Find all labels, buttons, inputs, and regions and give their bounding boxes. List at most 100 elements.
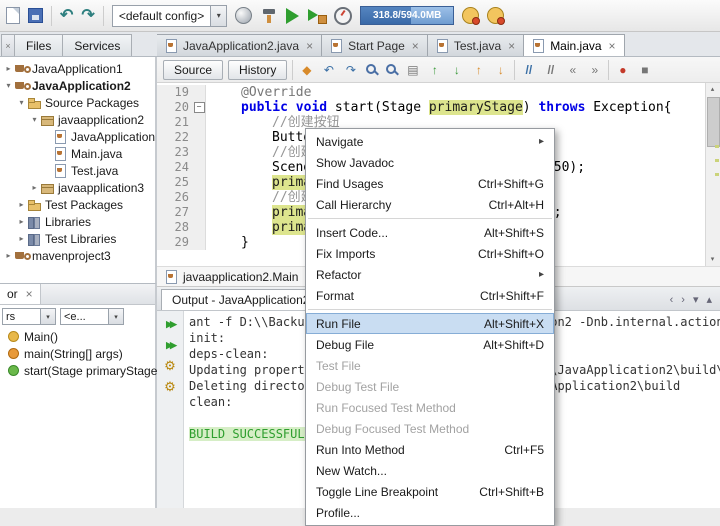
scroll-down-icon[interactable]: ▾ (706, 253, 719, 266)
fold-icon[interactable]: − (193, 100, 206, 115)
tab-files[interactable]: Files (14, 34, 64, 56)
expander-icon[interactable]: ▸ (16, 234, 27, 243)
chevron-down-icon[interactable]: ▾ (108, 309, 123, 324)
scroll-up-icon[interactable]: ▴ (706, 83, 719, 96)
scroll-left-icon[interactable]: ‹ (670, 294, 674, 306)
tree-item-source-packages[interactable]: ▾ Source Packages (0, 94, 155, 111)
editor-tab-test-java[interactable]: Test.java × (426, 34, 525, 56)
comment-icon[interactable]: // (520, 63, 537, 77)
scroll-right-icon[interactable]: › (681, 294, 685, 306)
navigator-item-start-stage-primarystage[interactable]: start(Stage primaryStage) (0, 362, 161, 379)
profile-project-icon[interactable] (334, 6, 353, 25)
macro-stop-icon[interactable]: ■ (636, 63, 653, 77)
menu-item-navigate[interactable]: Navigate ▸ (306, 131, 554, 152)
menu-item-profile[interactable]: Profile... (306, 502, 554, 523)
expander-icon[interactable]: ▾ (29, 115, 40, 124)
next-bookmark-icon[interactable]: ↓ (448, 63, 465, 77)
shift-right-icon[interactable]: » (586, 63, 603, 77)
globe-icon[interactable] (235, 7, 253, 24)
run-project-icon[interactable] (286, 7, 300, 24)
undo-icon[interactable]: ↶ (60, 7, 73, 24)
rerun-icon[interactable]: ▶▶ (166, 317, 177, 331)
menu-item-run-into-method[interactable]: Run Into Method Ctrl+F5 (306, 439, 554, 460)
navigator-item-main-string-args[interactable]: main(String[] args) (0, 345, 155, 362)
profiler-snapshot2-icon[interactable] (487, 7, 506, 25)
last-edit-icon[interactable]: ◆ (298, 63, 315, 77)
expander-icon[interactable]: ▸ (3, 251, 14, 260)
tree-item-javaapplication3[interactable]: ▸ javaapplication3 (0, 179, 155, 196)
chevron-down-icon[interactable]: ▾ (40, 309, 55, 324)
menu-item-fix-imports[interactable]: Fix Imports Ctrl+Shift+O (306, 243, 554, 264)
menu-item-toggle-line-breakpoint[interactable]: Toggle Line Breakpoint Ctrl+Shift+B (306, 481, 554, 502)
save-all-icon[interactable] (28, 8, 43, 23)
macro-record-icon[interactable]: ● (614, 63, 631, 77)
history-view-button[interactable]: History (228, 59, 288, 80)
expander-icon[interactable]: ▾ (16, 98, 27, 107)
scrollbar-thumb[interactable] (707, 97, 720, 147)
tree-item-javaapplication2[interactable]: ▾ JavaApplication2 (0, 77, 155, 94)
back-icon[interactable]: ↶ (320, 63, 337, 77)
tree-item-javaapplication1[interactable]: ▸ JavaApplication1 (0, 60, 155, 77)
menu-item-refactor[interactable]: Refactor ▸ (306, 264, 554, 285)
minimize-panel-icon[interactable]: ▾ (693, 293, 699, 306)
clipped-tab-stub[interactable]: × (1, 34, 15, 56)
code-text[interactable]: @Override (206, 85, 720, 100)
menu-item-run-file[interactable]: Run File Alt+Shift+X (306, 313, 554, 334)
close-tab-icon[interactable]: × (306, 40, 313, 52)
find-next-icon[interactable] (384, 62, 399, 77)
tree-item-test-libraries[interactable]: ▸ Test Libraries (0, 230, 155, 247)
navigator-tab[interactable]: or × (0, 284, 41, 304)
output-tab[interactable]: Output - JavaApplication2 (161, 289, 321, 310)
chevron-down-icon[interactable]: ▾ (210, 5, 227, 26)
menu-item-new-watch[interactable]: New Watch... (306, 460, 554, 481)
menu-item-show-javadoc[interactable]: Show Javadoc (306, 152, 554, 173)
redo-icon[interactable]: ↷ (81, 7, 94, 24)
build-project-icon[interactable] (260, 7, 278, 24)
close-tab-icon[interactable]: × (508, 40, 515, 52)
new-file-icon[interactable] (6, 7, 20, 24)
tab-services[interactable]: Services (62, 34, 133, 56)
toggle-highlight-icon[interactable]: ▤ (404, 63, 421, 77)
next-occurrence-icon[interactable]: ↓ (492, 63, 509, 77)
expander-icon[interactable]: ▾ (3, 81, 14, 90)
tree-item-main-java[interactable]: Main.java (0, 145, 155, 162)
menu-item-call-hierarchy[interactable]: Call Hierarchy Ctrl+Alt+H (306, 194, 554, 215)
previous-bookmark-icon[interactable]: ↑ (426, 63, 443, 77)
forward-icon[interactable]: ↷ (342, 63, 359, 77)
breadcrumb-text[interactable]: javaapplication2.Main (183, 270, 298, 284)
profiler-snapshot-icon[interactable] (462, 7, 481, 25)
tree-item-mavenproject3[interactable]: ▸ mavenproject3 (0, 247, 155, 264)
navigator-item-main[interactable]: Main() (0, 328, 155, 345)
expander-icon[interactable]: ▸ (3, 64, 14, 73)
source-view-button[interactable]: Source (163, 59, 224, 80)
maximize-panel-icon[interactable]: ▴ (706, 293, 712, 306)
tree-item-test-java[interactable]: Test.java (0, 162, 155, 179)
editor-tab-main-java[interactable]: Main.java × (523, 34, 625, 56)
memory-indicator[interactable]: 318.8/594.0MB (360, 6, 455, 25)
filter-combo[interactable]: <e... ▾ (60, 308, 124, 325)
ant-settings-icon[interactable]: ⚙ (164, 359, 176, 373)
previous-occurrence-icon[interactable]: ↑ (470, 63, 487, 77)
debug-project-icon[interactable] (307, 7, 328, 24)
tree-item-javaapplication2-java[interactable]: JavaApplication2.java (0, 128, 155, 145)
editor-tab-start-page[interactable]: Start Page × (321, 34, 428, 56)
menu-item-find-usages[interactable]: Find Usages Ctrl+Shift+G (306, 173, 554, 194)
menu-item-insert-code[interactable]: Insert Code... Alt+Shift+S (306, 222, 554, 243)
code-text[interactable]: public void start(Stage primaryStage) th… (206, 100, 720, 115)
rerun-debug-icon[interactable]: ▶▶ (166, 338, 177, 352)
menu-item-format[interactable]: Format Ctrl+Shift+F (306, 285, 554, 306)
expander-icon[interactable]: ▸ (16, 217, 27, 226)
expander-icon[interactable]: ▸ (16, 200, 27, 209)
tree-item-test-packages[interactable]: ▸ Test Packages (0, 196, 155, 213)
find-selection-icon[interactable] (364, 62, 379, 77)
run-config-combo[interactable]: <default config> ▾ (111, 4, 228, 27)
close-icon[interactable]: × (26, 288, 33, 300)
tree-item-javaapplication2[interactable]: ▾ javaapplication2 (0, 111, 155, 128)
editor-tab-javaapplication2-java[interactable]: JavaApplication2.java × (157, 34, 323, 56)
shift-left-icon[interactable]: « (564, 63, 581, 77)
uncomment-icon[interactable]: // (542, 63, 559, 77)
close-tab-icon[interactable]: × (412, 40, 419, 52)
members-combo[interactable]: rs ▾ (2, 308, 56, 325)
menu-item-debug-file[interactable]: Debug File Alt+Shift+D (306, 334, 554, 355)
expander-icon[interactable]: ▸ (29, 183, 40, 192)
